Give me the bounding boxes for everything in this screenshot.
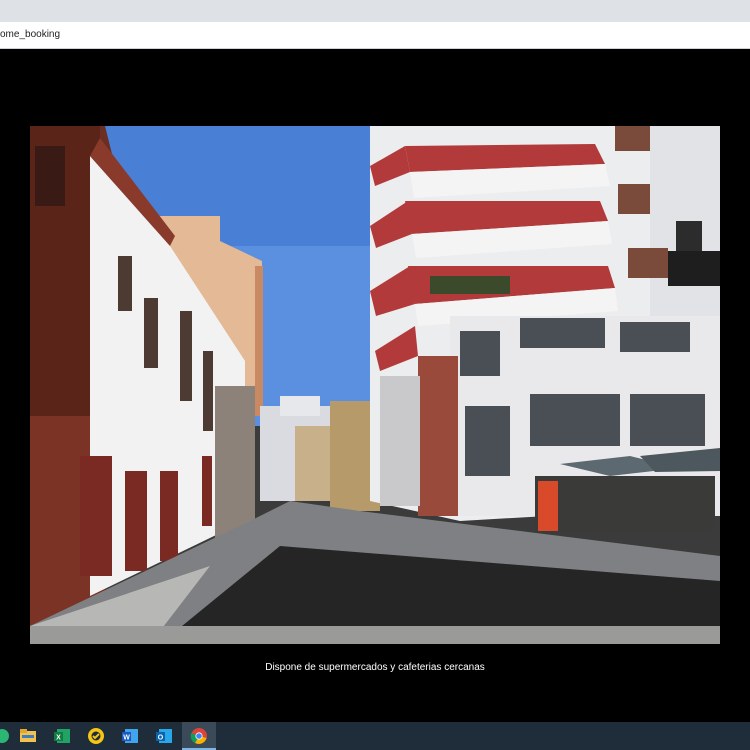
word-icon[interactable]: W bbox=[120, 726, 140, 746]
image-viewer: Dispone de supermercados y cafeterias ce… bbox=[0, 49, 750, 722]
street-photo-drawing bbox=[30, 126, 720, 644]
windows-taskbar: X W O bbox=[0, 722, 750, 750]
file-explorer-icon[interactable] bbox=[18, 726, 38, 746]
outlook-icon[interactable]: O bbox=[154, 726, 174, 746]
excel-icon[interactable]: X bbox=[52, 726, 72, 746]
svg-text:O: O bbox=[158, 735, 164, 742]
svg-text:X: X bbox=[56, 735, 61, 742]
photo-caption: Dispone de supermercados y cafeterias ce… bbox=[265, 662, 485, 673]
svg-text:W: W bbox=[123, 735, 130, 742]
address-bar[interactable]: ome_booking bbox=[0, 22, 750, 49]
norton-icon[interactable] bbox=[86, 726, 106, 746]
chrome-icon[interactable] bbox=[189, 726, 209, 746]
browser-tab-strip bbox=[0, 0, 750, 22]
edge-icon[interactable] bbox=[0, 726, 12, 746]
address-text[interactable]: ome_booking bbox=[0, 29, 60, 40]
street-photo[interactable] bbox=[30, 126, 720, 644]
